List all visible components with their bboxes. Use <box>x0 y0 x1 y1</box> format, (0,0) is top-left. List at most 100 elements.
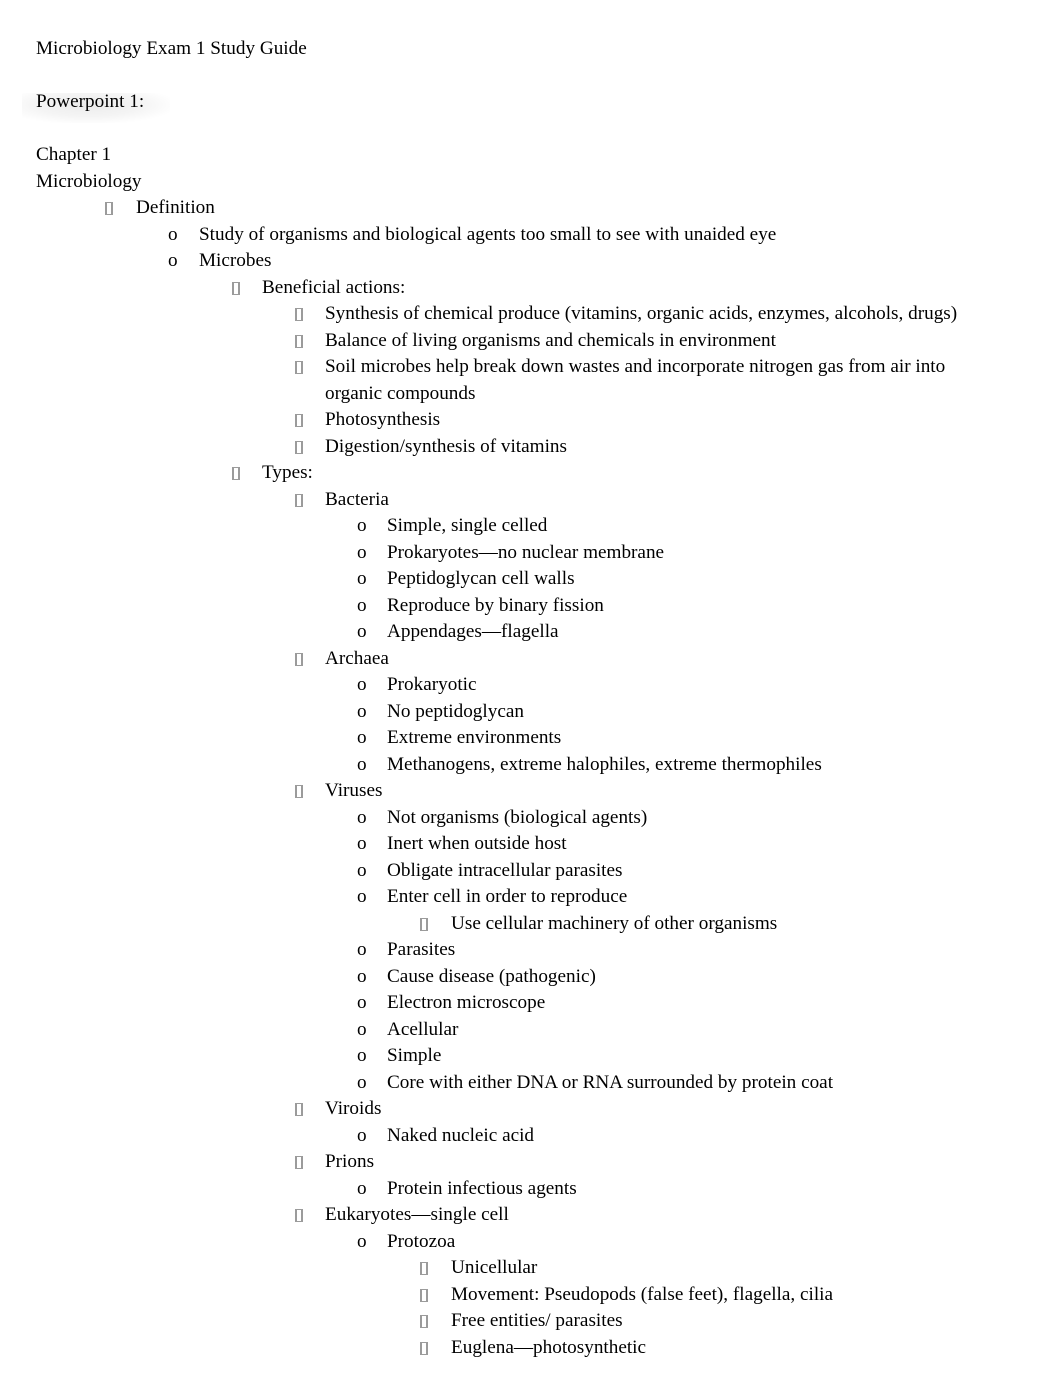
outline-item: Eukaryotes—single cell <box>36 1202 1000 1229</box>
outline-item-label: Photosynthesis <box>325 409 441 430</box>
outline-item: o Simple <box>36 1043 1000 1070</box>
outline-item-label: Bacteria <box>325 488 389 510</box>
missing-glyph-box-icon <box>295 1156 303 1169</box>
outline-item-label: Euglena—photosynthetic <box>451 1336 647 1358</box>
bullet-o-icon: o <box>357 1018 367 1040</box>
missing-glyph-box-icon <box>420 1288 428 1302</box>
bullet-o-icon: o <box>357 1124 367 1146</box>
outline-item-label: Extreme environments <box>387 727 562 748</box>
missing-glyph-box-icon <box>420 1315 428 1328</box>
outline-item: Balance of living organisms and chemical… <box>36 328 1000 355</box>
bullet-missing-glyph-icon <box>295 434 303 461</box>
outline-item: o Enter cell in order to reproduce <box>36 884 1000 911</box>
outline-item-label: Digestion/synthesis of vitamins <box>325 435 567 457</box>
missing-glyph-box-icon <box>295 785 303 798</box>
outline-item-label: Viruses <box>325 780 383 801</box>
outline-item: o Cause disease (pathogenic) <box>36 964 1000 991</box>
outline-item-label: Types: <box>262 462 313 483</box>
outline-item: o Prokaryotic <box>36 672 1000 699</box>
bullet-o-icon: o <box>357 594 367 616</box>
missing-glyph-box-icon <box>232 467 240 480</box>
bullet-missing-glyph-icon <box>420 1282 428 1309</box>
outline-item-label: Appendages—flagella <box>387 621 559 642</box>
outline-item-label: Not organisms (biological agents) <box>387 806 648 828</box>
outline-item-label: Simple <box>387 1045 442 1066</box>
bullet-missing-glyph-icon <box>295 407 303 434</box>
outline-item-label: Electron microscope <box>387 992 546 1013</box>
outline-item: Viroids <box>36 1096 1000 1123</box>
outline-item: o Reproduce by binary fission <box>36 593 1000 620</box>
missing-glyph-box-icon <box>420 1262 428 1275</box>
bullet-missing-glyph-icon <box>295 1202 303 1229</box>
bullet-missing-glyph-icon <box>295 328 303 355</box>
powerpoint-label-highlight-wrap: Powerpoint 1: <box>22 89 170 123</box>
bullet-missing-glyph-icon <box>295 646 303 673</box>
outline-item-label: Eukaryotes—single cell <box>325 1204 509 1225</box>
outline-item: Types: <box>36 460 1000 487</box>
bullet-o-icon: o <box>357 965 367 987</box>
bullet-o-icon: o <box>357 992 367 1013</box>
missing-glyph-box-icon <box>295 334 303 348</box>
missing-glyph-box-icon <box>295 493 303 507</box>
missing-glyph-box-icon <box>105 202 113 215</box>
outline-item-label: Use cellular machinery of other organism… <box>451 912 778 934</box>
bullet-missing-glyph-icon <box>420 1335 428 1362</box>
outline-item-label: No peptidoglycan <box>387 700 524 722</box>
outline-item: o Protozoa <box>36 1229 1000 1256</box>
outline-item: Photosynthesis <box>36 407 1000 434</box>
outline-item-label: Acellular <box>387 1018 459 1040</box>
outline-item: o Extreme environments <box>36 725 1000 752</box>
outline-item: o Electron microscope <box>36 990 1000 1017</box>
outline-item-label: Soil microbes help break down wastes and… <box>325 356 946 404</box>
outline-item-label: Obligate intracellular parasites <box>387 859 623 881</box>
outline-item-label: Prions <box>325 1151 375 1172</box>
outline-item: Beneficial actions: <box>36 275 1000 302</box>
bullet-o-icon: o <box>357 1045 367 1066</box>
bullet-o-icon: o <box>357 621 367 642</box>
bullet-missing-glyph-icon <box>295 778 303 805</box>
bullet-o-icon: o <box>357 1230 367 1252</box>
outline-item-label: Viroids <box>325 1098 382 1119</box>
outline-item: Unicellular <box>36 1255 1000 1282</box>
bullet-o-icon: o <box>168 250 178 271</box>
outline-item-label: Parasites <box>387 939 456 960</box>
outline-item-label: Beneficial actions: <box>262 276 406 298</box>
outline-item-label: Naked nucleic acid <box>387 1124 535 1146</box>
outline-item-label: Methanogens, extreme halophiles, extreme… <box>387 753 822 775</box>
bullet-o-icon: o <box>357 806 367 828</box>
outline-item: o Not organisms (biological agents) <box>36 805 1000 832</box>
outline-item-label: Reproduce by binary fission <box>387 594 604 616</box>
outline-item: Prions <box>36 1149 1000 1176</box>
bullet-o-icon: o <box>357 753 367 775</box>
outline-item-label: Study of organisms and biological agents… <box>199 223 777 245</box>
bullet-o-icon: o <box>357 939 367 960</box>
document-page: Microbiology Exam 1 Study Guide Powerpoi… <box>0 0 1062 1377</box>
bullet-o-icon: o <box>357 515 367 536</box>
outline-item: Archaea <box>36 646 1000 673</box>
outline-item: Use cellular machinery of other organism… <box>36 911 1000 938</box>
outline-item-label: Balance of living organisms and chemical… <box>325 329 776 351</box>
chapter-heading: Chapter 1 <box>36 144 112 165</box>
missing-glyph-box-icon <box>420 1341 428 1355</box>
bullet-o-icon: o <box>357 859 367 881</box>
bullet-missing-glyph-icon <box>295 301 303 328</box>
outline-item: Definition <box>36 195 1000 222</box>
outline-item-label: Free entities/ parasites <box>451 1310 623 1331</box>
bullet-o-icon: o <box>357 541 367 563</box>
outline-item-label: Archaea <box>325 647 389 669</box>
bullet-missing-glyph-icon <box>295 354 303 381</box>
outline-item: o Obligate intracellular parasites <box>36 858 1000 885</box>
bullet-missing-glyph-icon <box>420 911 428 938</box>
outline-item-label: Synthesis of chemical produce (vitamins,… <box>325 303 958 324</box>
bullet-o-icon: o <box>357 1177 367 1199</box>
outline-item: o Core with either DNA or RNA surrounded … <box>36 1070 1000 1097</box>
outline-item: Euglena—photosynthetic <box>36 1335 1000 1362</box>
powerpoint-section-label-line: Powerpoint 1: <box>22 89 1000 123</box>
outline-item-label: Core with either DNA or RNA surrounded b… <box>387 1071 834 1093</box>
outline-item-label: Unicellular <box>451 1257 538 1278</box>
bullet-missing-glyph-icon <box>295 1096 303 1123</box>
missing-glyph-box-icon <box>295 652 303 666</box>
outline-item: Bacteria <box>36 487 1000 514</box>
outline-item: o No peptidoglycan <box>36 699 1000 726</box>
